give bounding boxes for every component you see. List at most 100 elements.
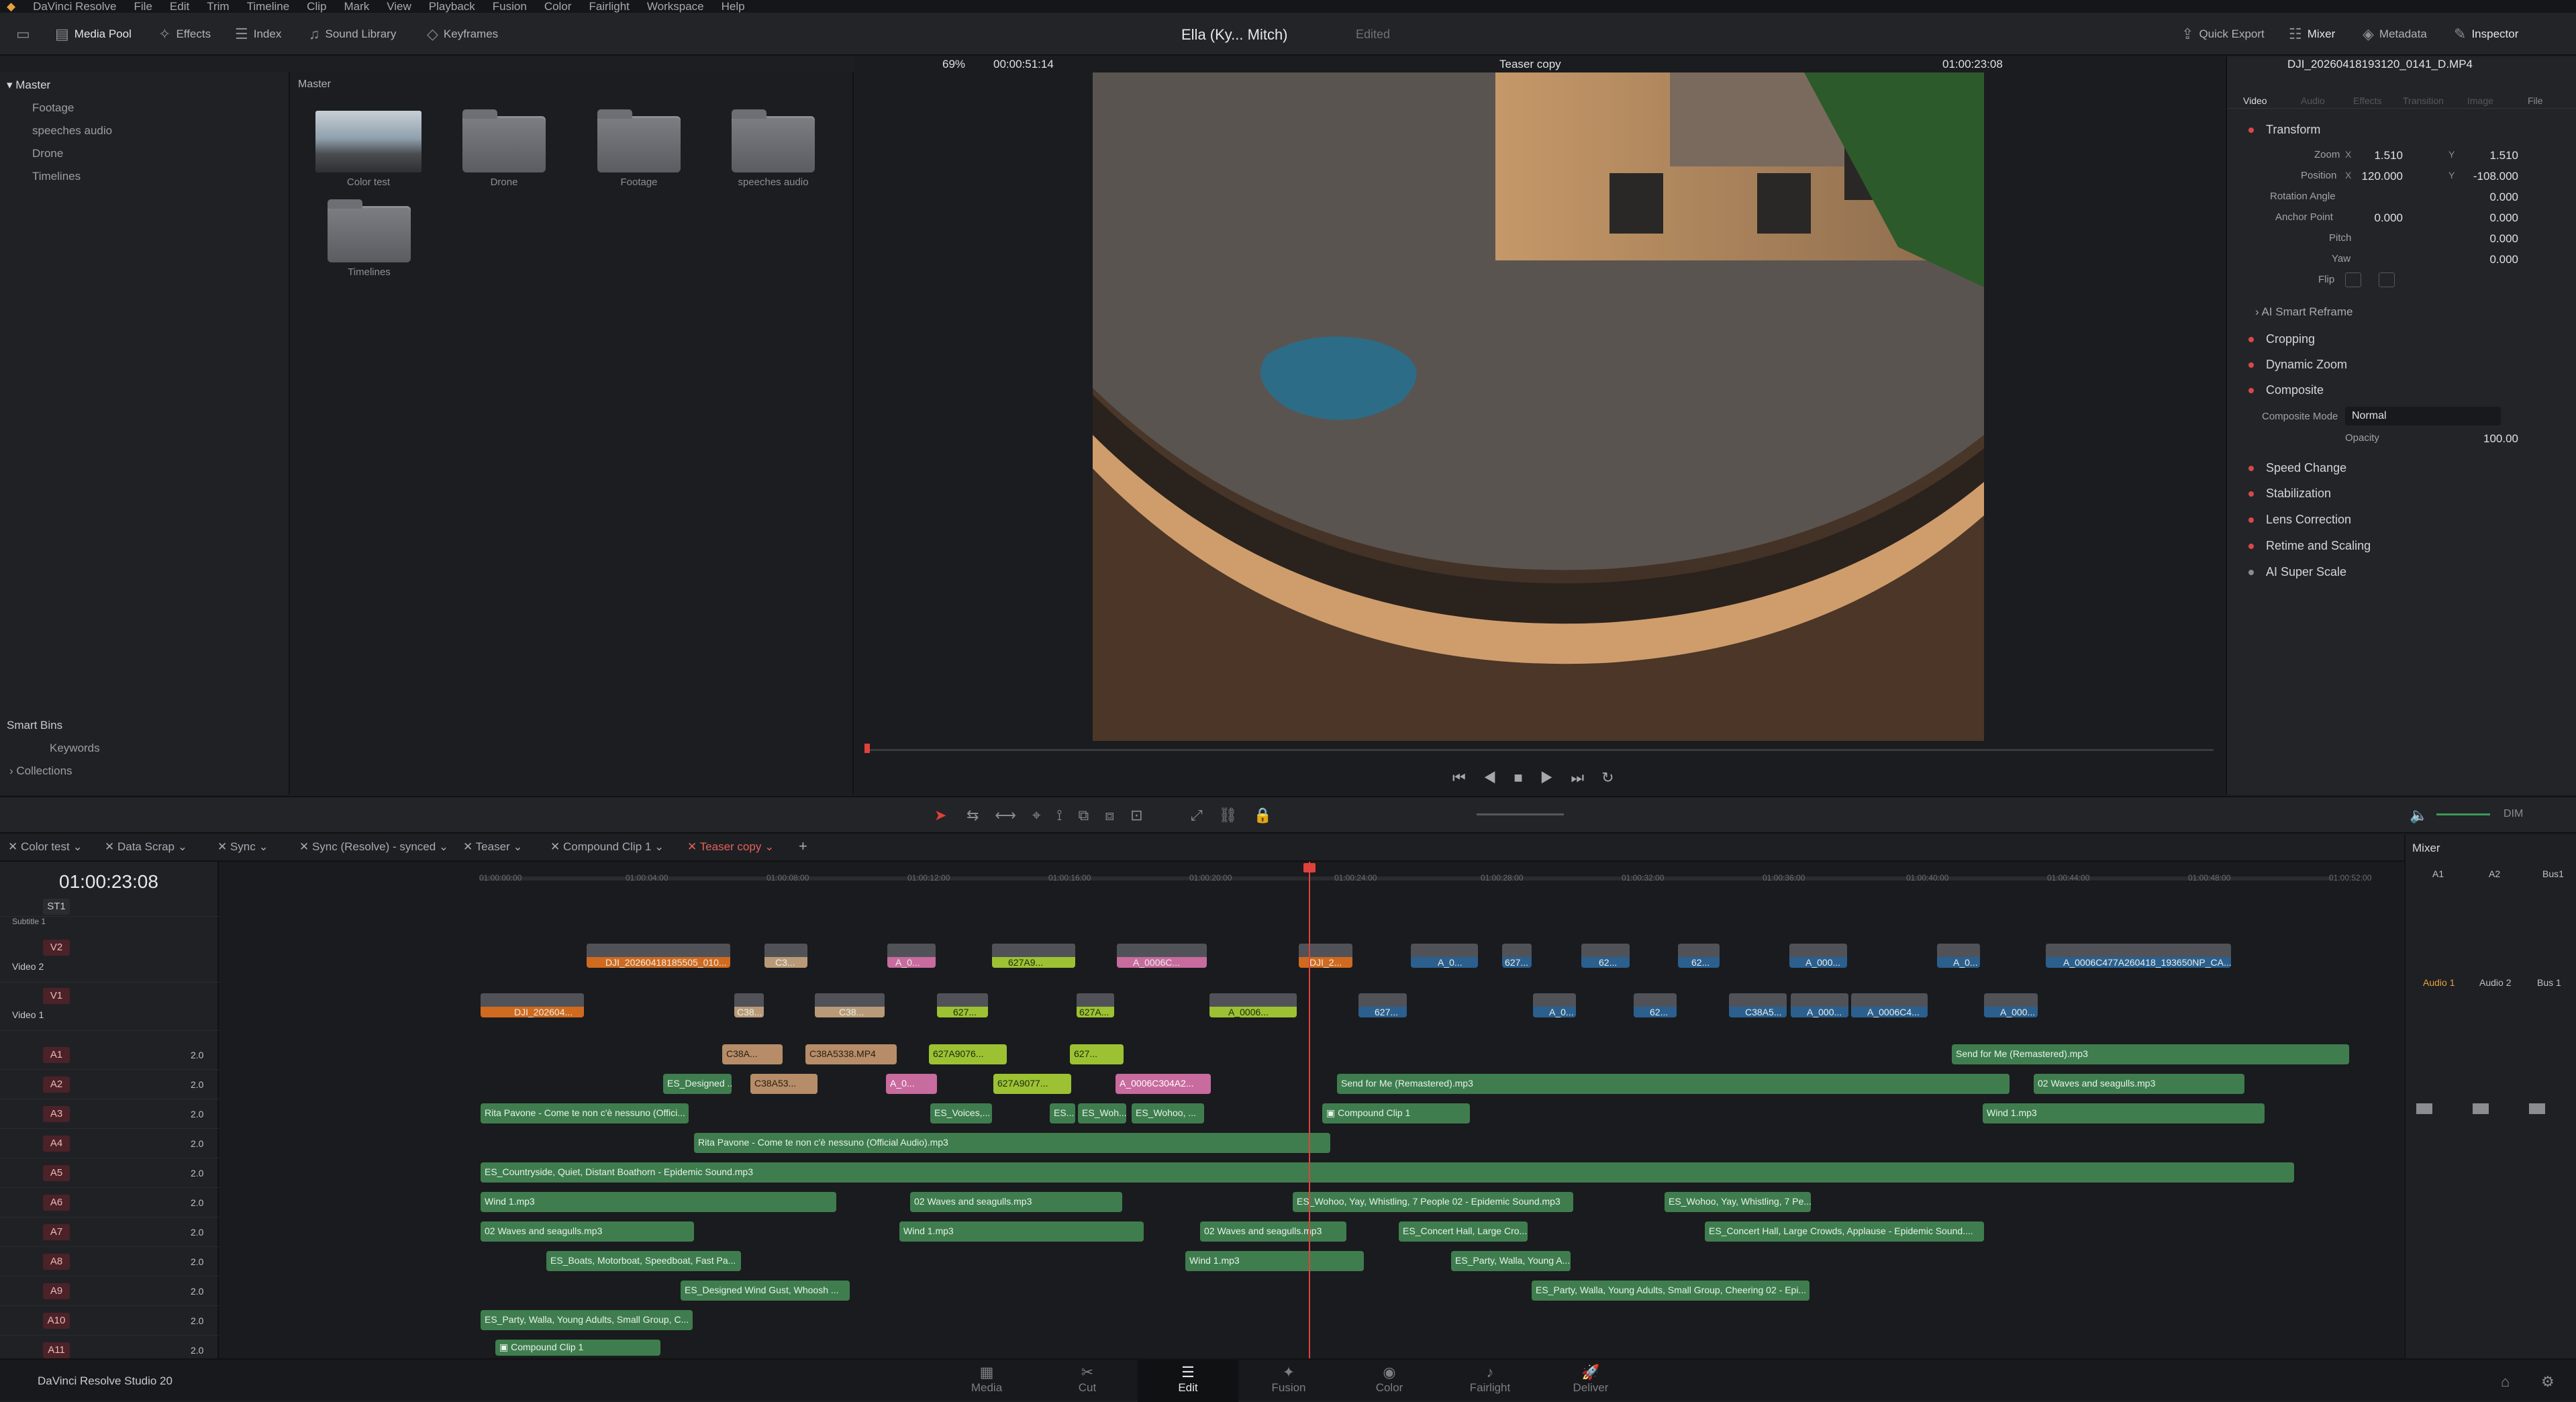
video-clip[interactable]: 627...	[1358, 993, 1407, 1017]
menu-fairlight[interactable]: Fairlight	[589, 0, 629, 13]
audio-clip[interactable]: 02 Waves and seagulls.mp3	[2034, 1074, 2244, 1094]
zoom-y-field[interactable]: 1.510	[2458, 149, 2518, 162]
fader-audio2[interactable]	[2473, 1103, 2489, 1114]
video-clip[interactable]: C38...	[815, 993, 885, 1017]
page-color[interactable]: ◉ Color	[1339, 1360, 1440, 1402]
tab-file[interactable]: File	[2528, 95, 2543, 106]
video-clip[interactable]: A_0...	[1411, 944, 1478, 968]
flip-horizontal-icon[interactable]	[2345, 272, 2361, 287]
menu-timeline[interactable]: Timeline	[247, 0, 290, 13]
color-test-thumbnail[interactable]	[315, 111, 422, 172]
menu-edit[interactable]: Edit	[170, 0, 189, 13]
compound-clip[interactable]: ▣ Compound Clip 1	[1322, 1103, 1470, 1123]
menu-mark[interactable]: Mark	[344, 0, 369, 13]
smart-bin-collections[interactable]: › Collections	[9, 764, 72, 778]
audio-clip[interactable]: 627...	[1070, 1044, 1124, 1064]
menu-playback[interactable]: Playback	[429, 0, 475, 13]
folder-icon[interactable]	[732, 109, 815, 172]
audio-clip[interactable]: 02 Waves and seagulls.mp3	[1200, 1221, 1346, 1242]
enabled-dot[interactable]	[2248, 544, 2254, 549]
enabled-dot[interactable]	[2248, 517, 2254, 523]
page-deliver[interactable]: 🚀 Deliver	[1540, 1360, 1641, 1402]
audio-clip[interactable]: 627A9077...	[993, 1074, 1071, 1094]
video-clip[interactable]: A_0006...	[1209, 993, 1297, 1017]
zoom-x-field[interactable]: 1.510	[2355, 149, 2403, 162]
audio-clip[interactable]: ES_Wohoo, Yay, Whistling, 7 Pe...	[1665, 1192, 1811, 1212]
folder-icon[interactable]	[328, 199, 411, 262]
video-clip[interactable]: 627A9...	[992, 944, 1075, 968]
viewer-playhead[interactable]	[864, 744, 870, 753]
effects-button[interactable]: ✧ Effects	[158, 13, 211, 56]
enabled-dot[interactable]	[2248, 337, 2254, 342]
page-cut[interactable]: ✂ Cut	[1037, 1360, 1138, 1402]
section-dynamic-zoom[interactable]: Dynamic Zoom	[2266, 358, 2347, 372]
section-transform[interactable]: Transform	[2266, 123, 2320, 137]
opacity-field[interactable]: 100.00	[2458, 432, 2518, 446]
bin-speeches-audio[interactable]: speeches audio	[32, 124, 112, 138]
compound-clip[interactable]: ▣ Compound Clip 1	[495, 1340, 660, 1356]
video-clip[interactable]: C38...	[734, 993, 764, 1017]
audio-clip[interactable]: A_0006C304A2...	[1116, 1074, 1211, 1094]
video-clip[interactable]: A_000...	[1984, 993, 2038, 1017]
video-clip[interactable]: A_0...	[887, 944, 936, 968]
section-lens-correction[interactable]: Lens Correction	[2266, 513, 2351, 527]
audio-clip[interactable]: ES_Party, Walla, Young Adults, Small Gro…	[481, 1310, 693, 1330]
audio-clip[interactable]: Send for Me (Remastered).mp3	[1337, 1074, 2010, 1094]
anchor-y-field[interactable]: 0.000	[2458, 211, 2518, 225]
keyframes-button[interactable]: ◇ Keyframes	[427, 13, 498, 56]
video-clip[interactable]: DJI_202604...	[481, 993, 584, 1017]
video-clip[interactable]: A_0006C...	[1117, 944, 1207, 968]
audio-clip[interactable]: Wind 1.mp3	[1185, 1251, 1364, 1271]
video-clip[interactable]: A_0...	[1937, 944, 1980, 968]
enabled-dot[interactable]	[2248, 570, 2254, 575]
audio-clip[interactable]: ES_Wohoo, Yay, Whistling, 7 People 02 - …	[1293, 1192, 1573, 1212]
timeline-playhead[interactable]	[1309, 862, 1310, 1358]
audio-clip[interactable]: ES_Countryside, Quiet, Distant Boathorn …	[481, 1162, 2294, 1183]
video-clip[interactable]: 627...	[937, 993, 988, 1017]
bin-footage[interactable]: Footage	[32, 101, 74, 115]
home-icon[interactable]: ⌂	[2501, 1373, 2510, 1391]
index-button[interactable]: ☰ Index	[235, 13, 281, 56]
audio-clip[interactable]: C38A...	[722, 1044, 783, 1064]
fader-audio1[interactable]	[2416, 1103, 2432, 1114]
audio-clip[interactable]: C38A53...	[750, 1074, 818, 1094]
viewer-zoom[interactable]: 69%	[942, 56, 965, 72]
enabled-dot[interactable]	[2248, 491, 2254, 497]
audio-clip[interactable]: 627A9076...	[929, 1044, 1007, 1064]
composite-mode-select[interactable]: Normal	[2345, 407, 2501, 425]
bin-drone[interactable]: Drone	[32, 147, 63, 160]
media-pool-button[interactable]: ▤ Media Pool	[55, 13, 132, 56]
video-clip[interactable]: 62...	[1634, 993, 1677, 1017]
fader-bus1[interactable]	[2529, 1103, 2545, 1114]
audio-clip[interactable]: 02 Waves and seagulls.mp3	[481, 1221, 694, 1242]
inspector-button[interactable]: ✎ Inspector	[2454, 13, 2518, 56]
settings-icon[interactable]: ⚙	[2541, 1373, 2555, 1391]
audio-clip[interactable]: Wind 1.mp3	[899, 1221, 1144, 1242]
tab-data-scrap[interactable]: ✕ Data Scrap ⌄	[105, 840, 187, 854]
smart-bin-keywords[interactable]: Keywords	[50, 742, 100, 755]
audio-clip[interactable]: ES_Party, Walla, Young Adults, Small Gro…	[1532, 1281, 1810, 1301]
enabled-dot[interactable]	[2248, 388, 2254, 393]
audio-clip[interactable]: Wind 1.mp3	[1983, 1103, 2265, 1123]
anchor-x-field[interactable]: 0.000	[2352, 211, 2403, 225]
volume-icon[interactable]: 🔈	[2410, 807, 2428, 824]
position-x-field[interactable]: 120.000	[2352, 170, 2403, 183]
viewer-scrubber[interactable]	[864, 749, 2214, 751]
audio-clip[interactable]: ES_Concert Hall, Large Crowds, Applause …	[1705, 1221, 1984, 1242]
viewer-timeline-name[interactable]: Teaser copy	[1499, 56, 1561, 72]
section-ai-smart-reframe[interactable]: › AI Smart Reframe	[2255, 305, 2353, 319]
enabled-dot[interactable]	[2248, 362, 2254, 368]
zoom-slider[interactable]	[1477, 813, 1564, 815]
menu-trim[interactable]: Trim	[207, 0, 229, 13]
audio-clip[interactable]: ES_Wohoo, ...	[1132, 1103, 1204, 1123]
audio-clip[interactable]: Rita Pavone - Come te non c'è nessuno (O…	[694, 1133, 1330, 1153]
sound-library-button[interactable]: ♫ Sound Library	[309, 13, 396, 56]
section-composite[interactable]: Composite	[2266, 383, 2324, 397]
snap-link-lock-icons[interactable]: ⤢⛓🔒	[1191, 807, 1288, 824]
add-tab-icon[interactable]: +	[799, 838, 807, 855]
enabled-dot[interactable]	[2248, 128, 2254, 133]
video-clip[interactable]: A_0006C4...	[1851, 993, 1928, 1017]
tab-color-test[interactable]: ✕ Color test ⌄	[8, 840, 83, 854]
menu-fusion[interactable]: Fusion	[493, 0, 527, 13]
tab-transition[interactable]: Transition	[2403, 95, 2444, 106]
